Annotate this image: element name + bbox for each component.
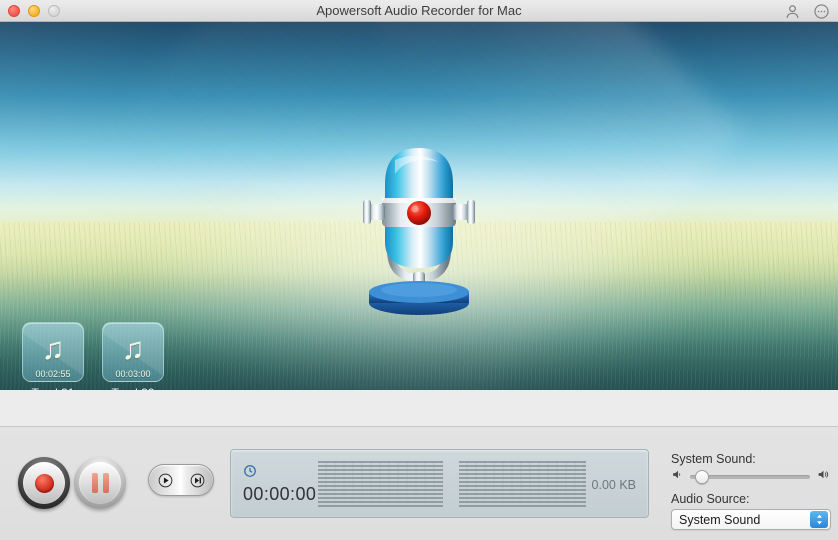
speaker-high-icon[interactable] xyxy=(816,468,831,486)
music-note-icon: ♫ xyxy=(121,330,145,366)
timer-block: 00:00:00 xyxy=(243,464,316,505)
clock-icon xyxy=(243,464,316,483)
pause-button[interactable] xyxy=(74,457,126,509)
audio-source-select[interactable]: System Sound xyxy=(671,509,831,530)
speaker-low-icon[interactable] xyxy=(671,468,684,486)
chevron-updown-icon[interactable] xyxy=(810,511,828,528)
system-sound-label: System Sound: xyxy=(671,452,756,466)
zoom-button xyxy=(48,4,60,17)
volume-slider[interactable] xyxy=(690,470,810,484)
track-duration: 00:03:00 xyxy=(115,369,151,379)
minimize-button[interactable] xyxy=(28,4,40,17)
track-thumbnail[interactable]: ♫ 00:03:00 xyxy=(102,322,164,382)
audio-source-value: System Sound xyxy=(679,512,761,527)
record-button-face xyxy=(23,462,65,504)
account-icon[interactable] xyxy=(784,3,801,20)
track-list: ♫ 00:02:55 Track31 ♫ 00:03:00 Track32 xyxy=(22,322,164,390)
elapsed-time: 00:00:00 xyxy=(243,484,317,504)
music-note-icon: ♫ xyxy=(41,330,65,366)
vu-meter-left xyxy=(318,461,443,508)
window-controls[interactable] xyxy=(0,4,60,17)
title-bar: Apowersoft Audio Recorder for Mac xyxy=(0,0,838,22)
toolbar: Settings... Tools... xyxy=(0,390,838,426)
track-thumbnail[interactable]: ♫ 00:02:55 xyxy=(22,322,84,382)
list-item[interactable]: ♫ 00:02:55 Track31 xyxy=(22,322,84,390)
app-window: Apowersoft Audio Recorder for Mac ♫ 00:0… xyxy=(0,0,838,540)
recording-display: 00:00:00 0.00 KB xyxy=(230,449,649,518)
title-bar-actions xyxy=(784,0,830,22)
pause-icon xyxy=(91,473,109,493)
next-track-button[interactable] xyxy=(181,473,213,488)
volume-slider-row[interactable] xyxy=(671,469,831,485)
volume-slider-thumb[interactable] xyxy=(695,470,709,484)
track-duration: 00:02:55 xyxy=(35,369,71,379)
record-button[interactable] xyxy=(18,457,70,509)
pause-button-face xyxy=(79,462,121,504)
feedback-icon[interactable] xyxy=(813,3,830,20)
audio-settings-panel: System Sound: Audio Source: System Sound xyxy=(671,452,831,530)
window-title: Apowersoft Audio Recorder for Mac xyxy=(316,2,522,18)
audio-source-label: Audio Source: xyxy=(671,492,750,506)
close-button[interactable] xyxy=(8,4,20,17)
file-size: 0.00 KB xyxy=(591,478,636,492)
play-button[interactable] xyxy=(149,473,181,488)
microphone-illustration xyxy=(335,132,503,317)
record-dot-icon xyxy=(34,473,54,493)
list-item[interactable]: ♫ 00:03:00 Track32 xyxy=(102,322,164,390)
hero-banner: ♫ 00:02:55 Track31 ♫ 00:03:00 Track32 xyxy=(0,22,838,390)
vu-meter-right xyxy=(459,461,586,508)
playback-controls xyxy=(148,464,214,496)
